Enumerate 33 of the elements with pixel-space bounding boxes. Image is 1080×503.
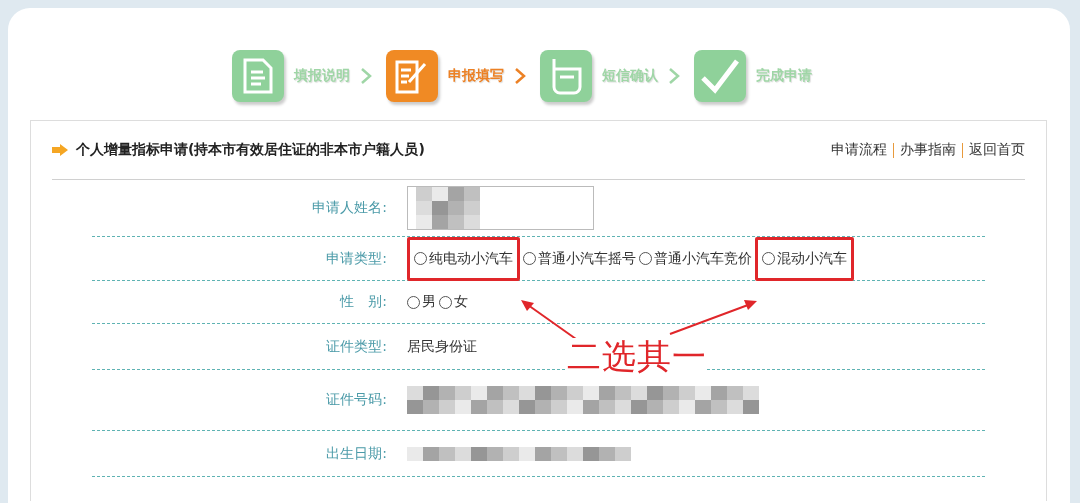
nav-link[interactable]: 申请流程: [831, 141, 887, 159]
radio-option[interactable]: 纯电动小汽车: [407, 236, 520, 281]
field-label: 申请人姓名:: [311, 199, 388, 217]
arrow-bullet-icon: [52, 144, 68, 156]
field-label: 出生日期:: [325, 444, 388, 463]
arrow: [520, 299, 578, 341]
step-label: 填报说明: [294, 67, 350, 85]
step-label: 完成申请: [756, 67, 812, 85]
radio-option[interactable]: 女: [439, 293, 468, 311]
field-label: 证件号码:: [325, 391, 388, 409]
edit-icon: [395, 58, 429, 94]
field-value: 居民身份证: [407, 337, 477, 356]
radio-option[interactable]: 混动小汽车: [755, 236, 854, 281]
radio-option[interactable]: 普通小汽车摇号: [523, 249, 636, 268]
document-icon: [243, 58, 273, 94]
redaction-mosaic: [416, 187, 480, 229]
step-label: 申报填写: [448, 67, 504, 85]
chevron-icon: [360, 67, 372, 85]
checkmark-icon: [700, 58, 740, 94]
nav-link[interactable]: 返回首页: [969, 141, 1025, 159]
field-label: 申请类型:: [325, 249, 388, 268]
step-label: 短信确认: [602, 67, 658, 85]
field-label: 证件类型:: [325, 337, 388, 356]
name-input[interactable]: [407, 186, 594, 230]
annotation-text: 二选其一: [567, 338, 707, 376]
phone-icon: [550, 57, 582, 95]
chevron-icon: [668, 67, 680, 85]
panel-title: 个人增量指标申请(持本市有效居住证的非本市户籍人员): [76, 141, 425, 159]
chevron-icon: [514, 67, 526, 85]
nav-link[interactable]: 办事指南: [900, 141, 956, 159]
field-label: 性 别:: [338, 293, 388, 311]
radio-option[interactable]: 普通小汽车竞价: [639, 249, 752, 268]
radio-option[interactable]: 男: [407, 293, 436, 311]
